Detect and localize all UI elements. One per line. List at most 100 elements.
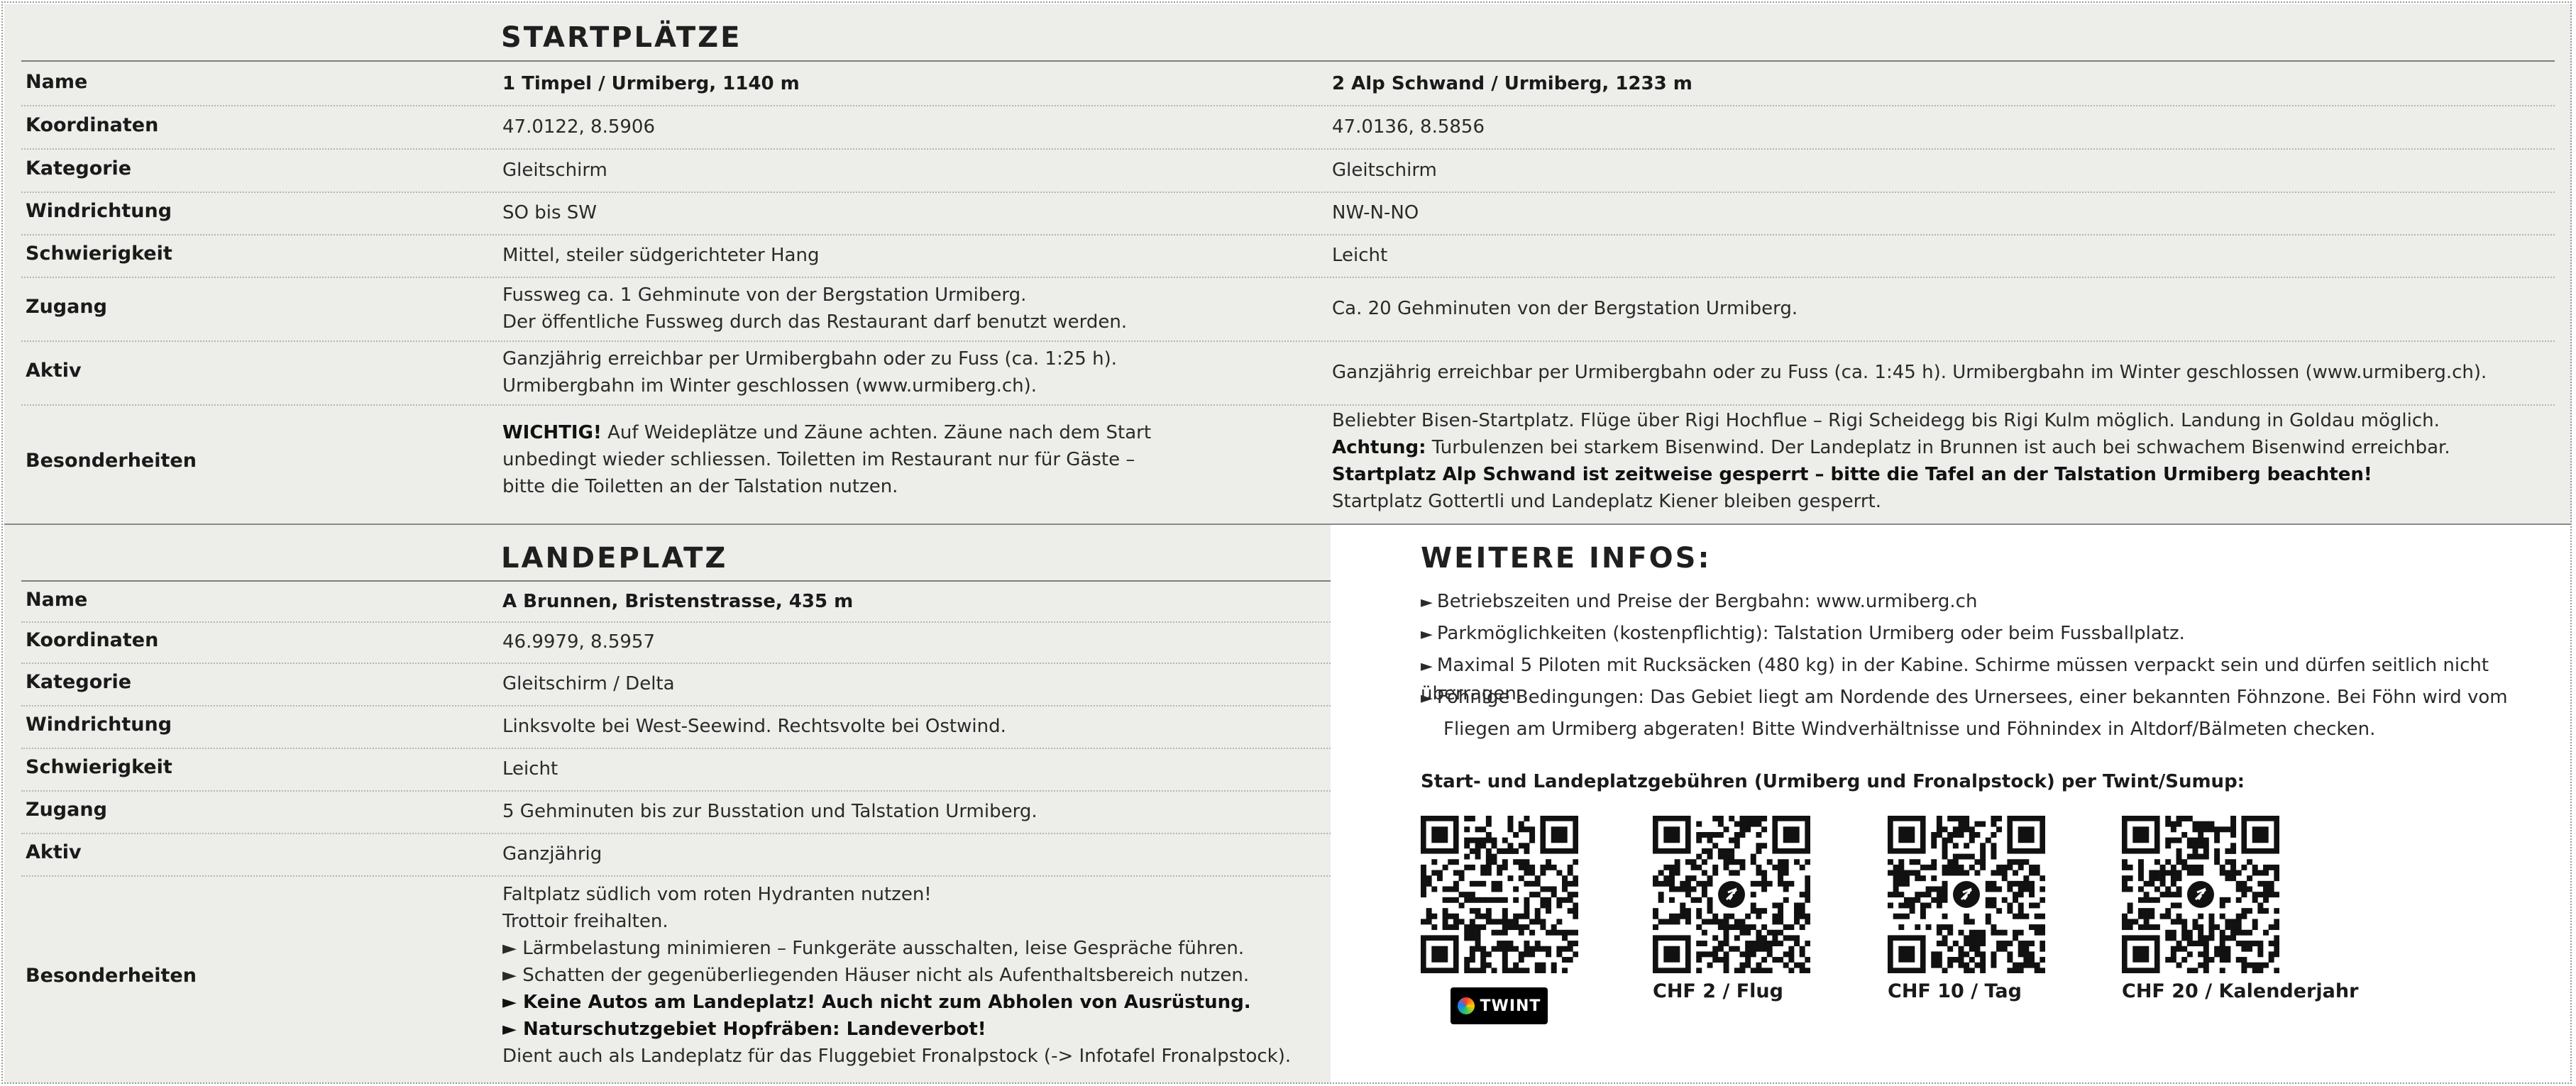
qr-code-chf-2-flug[interactable]: [1653, 816, 1810, 973]
cell-line: ► Schatten der gegenüberliegenden Häuser…: [502, 965, 1250, 986]
cell-line: Dient auch als Landeplatz für das Flugge…: [502, 1046, 1292, 1067]
cell-line: 2 Alp Schwand / Urmiberg, 1233 m: [1332, 73, 1692, 94]
cell-line: unbedingt wieder schliessen. Toiletten i…: [502, 449, 1135, 470]
row-label: Besonderheiten: [26, 449, 197, 472]
landeplatz-value: Linksvolte bei West-Seewind. Rechtsvolte…: [502, 716, 1006, 737]
cell-line: Trottoir freihalten.: [502, 911, 668, 932]
twint-logo-icon: [1457, 997, 1475, 1014]
startplatz-2-value: Ca. 20 Gehminuten von der Bergstation Ur…: [1332, 295, 1798, 322]
row-separator: [21, 277, 2555, 278]
cell-line: Fussweg ca. 1 Gehminute von der Bergstat…: [502, 284, 1027, 306]
cell-line: 47.0122, 8.5906: [502, 116, 656, 138]
row-label: Aktiv: [26, 360, 82, 382]
startplatz-2-value: Gleitschirm: [1332, 157, 1437, 184]
row-separator: [21, 875, 1331, 877]
row-label: Kategorie: [26, 157, 132, 179]
cell-line: Mittel, steiler südgerichteter Hang: [502, 245, 820, 266]
row-separator: [21, 748, 1331, 749]
row-label: Aktiv: [26, 841, 82, 863]
row-separator: [21, 192, 2555, 193]
triangle-bullet-icon: ►: [1421, 626, 1433, 643]
landeplatz-value: 46.9979, 8.5957: [502, 631, 656, 653]
cell-line: Leicht: [1332, 245, 1388, 266]
row-label: Zugang: [26, 296, 107, 318]
row-label: Besonderheiten: [26, 965, 197, 987]
row-separator: [21, 234, 2555, 236]
weitere-infos-heading: WEITERE INFOS:: [1421, 542, 1712, 575]
row-separator: [21, 340, 2555, 342]
info-item: ► Parkmöglichkeiten (kostenpflichtig): Ta…: [1421, 623, 2185, 644]
qr-code-chf-10-tag[interactable]: [1888, 816, 2045, 973]
triangle-bullet-icon: ►: [1421, 594, 1433, 611]
startplatz-1-value: SO bis SW: [502, 199, 597, 226]
row-separator: [21, 404, 2555, 406]
triangle-bullet-icon: ►: [1421, 689, 1433, 707]
row-separator: [21, 790, 1331, 792]
landeplatz-value: Ganzjährig: [502, 843, 602, 865]
startplatz-2-value: Ganzjährig erreichbar per Urmibergbahn o…: [1332, 359, 2487, 386]
qr-code-twint[interactable]: [1421, 816, 1578, 973]
cell-line: Ganzjährig erreichbar per Urmibergbahn o…: [1332, 362, 2487, 383]
startplatz-1-value: Mittel, steiler südgerichteter Hang: [502, 242, 819, 269]
startplatz-1-value: 47.0122, 8.5906: [502, 113, 655, 140]
startplatz-2-besonderheiten: Beliebter Bisen-Startplatz. Flüge über R…: [1332, 407, 2450, 515]
row-separator: [21, 105, 2555, 106]
cell-line: Ca. 20 Gehminuten von der Bergstation Ur…: [1332, 298, 1798, 319]
cell-line: ► Lärmbelastung minimieren – Funkgeräte …: [502, 938, 1245, 959]
cell-line: Gleitschirm: [502, 159, 607, 181]
cell-line: WICHTIG! Auf Weideplätze und Zäune achte…: [502, 419, 1151, 446]
startplatz-2-value: 2 Alp Schwand / Urmiberg, 1233 m: [1332, 70, 1692, 97]
cell-line: ► Keine Autos am Landeplatz! Auch nicht …: [502, 992, 1251, 1013]
row-label: Schwierigkeit: [26, 243, 172, 265]
cell-line: Der öffentliche Fussweg durch das Restau…: [502, 311, 1128, 333]
info-item: ► Föhnige Bedingungen: Das Gebiet liegt a…: [1421, 687, 2508, 708]
cell-line: Gleitschirm: [1332, 159, 1437, 181]
row-label: Name: [26, 71, 88, 93]
startplatz-2-value: Leicht: [1332, 242, 1387, 269]
row-label: Schwierigkeit: [26, 756, 172, 778]
cell-text: Auf Weideplätze und Zäune achten. Zäune …: [601, 422, 1152, 443]
qr-code-chf-20-kalenderjahr[interactable]: [2122, 816, 2279, 973]
landeplatz-value: 5 Gehminuten bis zur Busstation und Tals…: [502, 801, 1037, 822]
cell-line: NW-N-NO: [1332, 202, 1419, 223]
row-label: Koordinaten: [26, 113, 159, 136]
row-separator: [21, 148, 2555, 150]
startplatz-1-value: Ganzjährig erreichbar per Urmibergbahn o…: [502, 345, 1117, 399]
cell-line: Beliebter Bisen-Startplatz. Flüge über R…: [1332, 410, 2440, 431]
startplatz-1-value: Fussweg ca. 1 Gehminute von der Bergstat…: [502, 282, 1127, 336]
cell-line: Faltplatz südlich vom roten Hydranten nu…: [502, 884, 932, 905]
startplatz-1-value: Gleitschirm: [502, 157, 607, 184]
landeplatz-value: Faltplatz südlich vom roten Hydranten nu…: [502, 881, 1291, 1070]
cell-line: Startplatz Alp Schwand ist zeitweise ges…: [1332, 464, 2372, 485]
cell-line: bitte die Toiletten an der Talstation nu…: [502, 476, 898, 497]
row-label: Koordinaten: [26, 629, 159, 651]
startplatz-1-besonderheiten: WICHTIG! Auf Weideplätze und Zäune achte…: [502, 419, 1151, 500]
cell-line: ► Naturschutzgebiet Hopfräben: Landeverb…: [502, 1019, 986, 1040]
landeplatz-value: A Brunnen, Bristenstrasse, 435 m: [502, 591, 854, 612]
cell-line: 47.0136, 8.5856: [1332, 116, 1485, 138]
landeplatz-value: Gleitschirm / Delta: [502, 673, 675, 694]
row-separator: [21, 833, 1331, 834]
startplaetze-heading: STARTPLÄTZE: [501, 21, 742, 54]
landeplatz-heading-rule: [21, 580, 1331, 582]
row-separator: [21, 663, 1331, 664]
twint-logo: TWINT: [1451, 987, 1548, 1024]
cell-line: Ganzjährig erreichbar per Urmibergbahn o…: [502, 348, 1117, 370]
cell-line: 1 Timpel / Urmiberg, 1140 m: [502, 73, 800, 94]
cell-line: Urmibergbahn im Winter geschlossen (www.…: [502, 375, 1037, 397]
cell-line: SO bis SW: [502, 202, 597, 223]
row-separator: [21, 705, 1331, 707]
warning-prefix: Achtung:: [1332, 437, 1426, 458]
row-label: Windrichtung: [26, 200, 172, 222]
startplatz-2-value: NW-N-NO: [1332, 199, 1419, 226]
startplaetze-heading-rule: [21, 60, 2555, 62]
row-label: Kategorie: [26, 671, 132, 693]
row-label: Windrichtung: [26, 714, 172, 736]
info-item-continued: Fliegen am Urmiberg abgeraten! Bitte Win…: [1443, 719, 2376, 740]
qr-caption: CHF 10 / Tag: [1888, 980, 2022, 1002]
startplatz-2-value: 47.0136, 8.5856: [1332, 113, 1485, 140]
cell-text: Turbulenzen bei starkem Bisenwind. Der L…: [1426, 437, 2450, 458]
landeplatz-value: Leicht: [502, 758, 558, 780]
warning-prefix: WICHTIG!: [502, 422, 602, 443]
cell-line: Startplatz Gottertli und Landeplatz Kien…: [1332, 491, 1882, 512]
